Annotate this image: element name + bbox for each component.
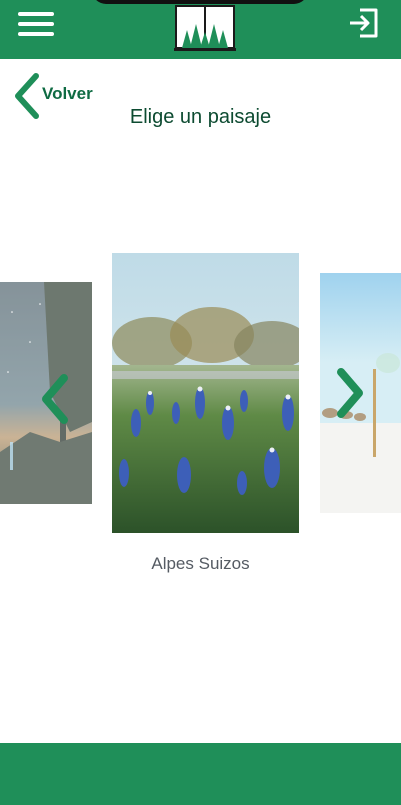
- chevron-right-icon[interactable]: [333, 368, 367, 418]
- sign-out-icon[interactable]: [346, 6, 380, 40]
- book-forest-logo: [174, 5, 236, 53]
- hamburger-menu-icon[interactable]: [18, 12, 54, 36]
- back-label: Volver: [42, 84, 93, 103]
- landscape-picker-screen: Volver Elige un paisaje Alpes Suizos: [0, 0, 401, 805]
- landscape-card-selected[interactable]: [112, 253, 299, 533]
- bottom-bar: [0, 743, 401, 805]
- selected-landscape-caption: Alpes Suizos: [151, 554, 250, 573]
- landscape-image: [112, 253, 299, 533]
- top-app-bar: [0, 0, 401, 59]
- chevron-left-icon[interactable]: [38, 374, 70, 424]
- page-title: Elige un paisaje: [129, 106, 272, 128]
